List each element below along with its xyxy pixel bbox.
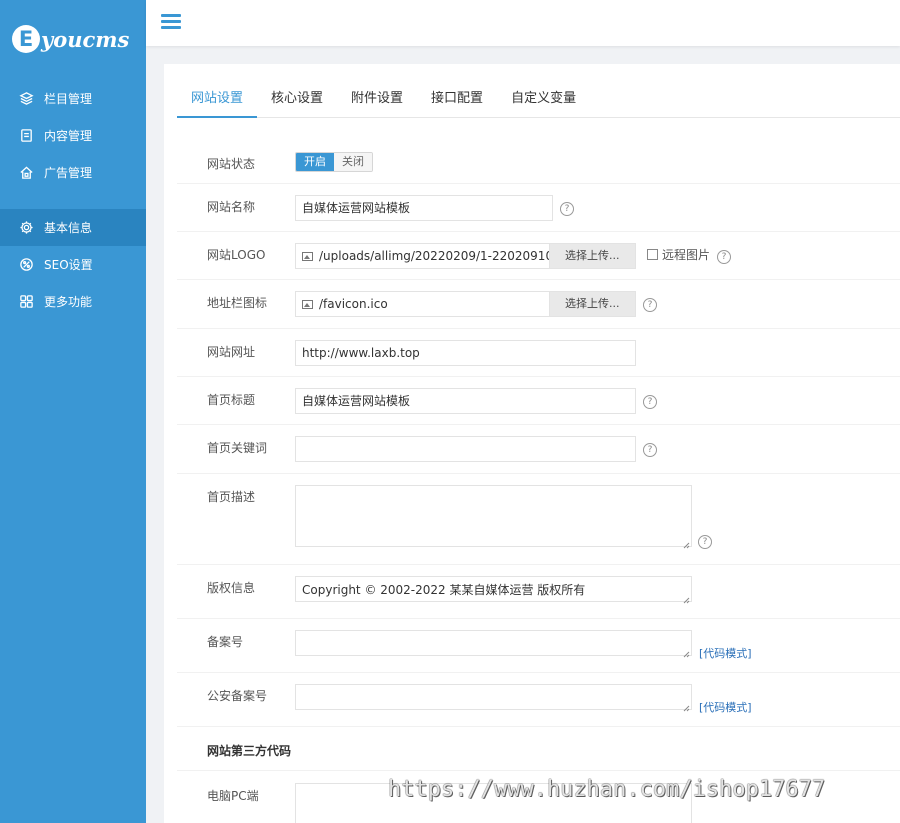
help-icon[interactable]: ? bbox=[643, 298, 657, 312]
keywords-input[interactable] bbox=[295, 436, 636, 462]
icp-label: 备案号 bbox=[207, 635, 244, 649]
copyright-textarea[interactable]: Copyright © 2002-2022 某某自媒体运营 版权所有 bbox=[295, 576, 692, 602]
form-row-status: 网站状态 开启 关闭 bbox=[177, 136, 900, 184]
help-icon[interactable]: ? bbox=[643, 443, 657, 457]
resize-handle-icon[interactable] bbox=[683, 647, 690, 658]
help-icon[interactable]: ? bbox=[717, 250, 731, 264]
settings-tabs: 网站设置 核心设置 附件设置 接口配置 自定义变量 bbox=[177, 82, 900, 118]
home-title-input[interactable]: 自媒体运营网站模板 bbox=[295, 388, 636, 414]
sidebar-item-label: 内容管理 bbox=[44, 129, 93, 143]
third-party-code-title: 网站第三方代码 bbox=[207, 744, 292, 758]
icp-textarea[interactable] bbox=[295, 630, 692, 656]
grid-icon bbox=[18, 294, 34, 310]
sidebar-item-label: SEO设置 bbox=[44, 258, 93, 272]
image-icon bbox=[302, 300, 313, 309]
main-panel: 网站设置 核心设置 附件设置 接口配置 自定义变量 网站状态 开启 关闭 网站名… bbox=[164, 64, 900, 823]
remote-image-checkbox[interactable] bbox=[647, 249, 658, 260]
form-row-description: 首页描述 ? bbox=[177, 474, 900, 565]
site-name-input[interactable]: 自媒体运营网站模板 bbox=[295, 195, 553, 221]
logo-path-input[interactable]: /uploads/allimg/20220209/1-22020910135 bbox=[295, 243, 550, 269]
form-row-home-title: 首页标题 自媒体运营网站模板 ? bbox=[177, 377, 900, 425]
sidebar-item-ads[interactable]: 广告管理 bbox=[0, 154, 146, 191]
image-icon bbox=[302, 252, 313, 261]
sidebar: E youcms 栏目管理 内容管理 广告管理 基本信息 SEO设置 更多功能 bbox=[0, 0, 146, 823]
sidebar-item-label: 栏目管理 bbox=[44, 92, 93, 106]
top-bar bbox=[146, 0, 900, 46]
sidebar-item-column[interactable]: 栏目管理 bbox=[0, 80, 146, 117]
help-icon[interactable]: ? bbox=[698, 535, 712, 549]
form-row-copyright: 版权信息 Copyright © 2002-2022 某某自媒体运营 版权所有 bbox=[177, 565, 900, 619]
pc-code-label: 电脑PC端 bbox=[207, 789, 259, 803]
document-icon bbox=[18, 128, 34, 144]
logo-upload-button[interactable]: 选择上传... bbox=[549, 243, 636, 269]
sidebar-item-more[interactable]: 更多功能 bbox=[0, 283, 146, 320]
favicon-path-input[interactable]: /favicon.ico bbox=[295, 291, 550, 317]
resize-handle-icon[interactable] bbox=[683, 593, 690, 604]
logo-mark: E bbox=[12, 25, 40, 53]
remote-image-label: 远程图片 bbox=[662, 248, 711, 262]
form-row-site-url: 网站网址 http://www.laxb.top bbox=[177, 329, 900, 377]
resize-handle-icon[interactable] bbox=[683, 701, 690, 712]
resize-handle-icon[interactable] bbox=[683, 538, 690, 549]
icp-code-mode-link[interactable]: [代码模式] bbox=[699, 645, 752, 661]
site-url-label: 网站网址 bbox=[207, 345, 256, 359]
gear-icon bbox=[18, 220, 34, 236]
layers-icon bbox=[18, 91, 34, 107]
description-label: 首页描述 bbox=[207, 490, 256, 504]
seo-icon bbox=[18, 257, 34, 273]
status-on-option[interactable]: 开启 bbox=[296, 153, 334, 171]
logo-text: youcms bbox=[41, 26, 130, 52]
form-row-keywords: 首页关键词 ? bbox=[177, 425, 900, 474]
logo[interactable]: E youcms bbox=[0, 0, 146, 78]
sidebar-item-content[interactable]: 内容管理 bbox=[0, 117, 146, 154]
home-icon bbox=[18, 165, 34, 181]
sidebar-item-basic-info[interactable]: 基本信息 bbox=[0, 209, 146, 246]
tab-core-settings[interactable]: 核心设置 bbox=[257, 82, 337, 118]
third-party-code-section: 网站第三方代码 bbox=[177, 727, 900, 771]
form-row-site-name: 网站名称 自媒体运营网站模板 ? bbox=[177, 184, 900, 232]
watermark-text: https://www.huzhan.com/ishop17677 bbox=[388, 777, 826, 802]
sidebar-item-label: 广告管理 bbox=[44, 166, 93, 180]
form-row-favicon: 地址栏图标 /favicon.ico 选择上传... ? bbox=[177, 280, 900, 329]
sidebar-item-seo[interactable]: SEO设置 bbox=[0, 246, 146, 283]
site-name-label: 网站名称 bbox=[207, 200, 256, 214]
tab-site-settings[interactable]: 网站设置 bbox=[177, 82, 258, 118]
form-row-icp: 备案号 [代码模式] bbox=[177, 619, 900, 673]
tab-attachment-settings[interactable]: 附件设置 bbox=[337, 82, 417, 118]
keywords-label: 首页关键词 bbox=[207, 441, 268, 455]
form-row-police: 公安备案号 [代码模式] bbox=[177, 673, 900, 727]
hamburger-menu-icon[interactable] bbox=[161, 14, 181, 30]
status-label: 网站状态 bbox=[207, 157, 256, 171]
form-row-logo: 网站LOGO /uploads/allimg/20220209/1-220209… bbox=[177, 232, 900, 280]
tab-custom-variables[interactable]: 自定义变量 bbox=[497, 82, 590, 118]
favicon-upload-button[interactable]: 选择上传... bbox=[549, 291, 636, 317]
police-label: 公安备案号 bbox=[207, 689, 268, 703]
site-logo-label: 网站LOGO bbox=[207, 248, 266, 262]
status-toggle[interactable]: 开启 关闭 bbox=[295, 152, 373, 172]
home-title-label: 首页标题 bbox=[207, 393, 256, 407]
site-url-input[interactable]: http://www.laxb.top bbox=[295, 340, 636, 366]
police-textarea[interactable] bbox=[295, 684, 692, 710]
help-icon[interactable]: ? bbox=[560, 202, 574, 216]
favicon-path-value: /favicon.ico bbox=[319, 297, 388, 311]
status-off-option[interactable]: 关闭 bbox=[334, 153, 372, 171]
site-settings-form: 网站状态 开启 关闭 网站名称 自媒体运营网站模板 ? 网站LOGO /uplo… bbox=[177, 136, 900, 823]
copyright-label: 版权信息 bbox=[207, 581, 256, 595]
tab-api-config[interactable]: 接口配置 bbox=[417, 82, 497, 118]
sidebar-item-label: 基本信息 bbox=[44, 221, 93, 235]
favicon-label: 地址栏图标 bbox=[207, 296, 268, 310]
logo-path-value: /uploads/allimg/20220209/1-22020910135 bbox=[319, 249, 549, 263]
sidebar-item-label: 更多功能 bbox=[44, 295, 93, 309]
police-code-mode-link[interactable]: [代码模式] bbox=[699, 699, 752, 715]
help-icon[interactable]: ? bbox=[643, 395, 657, 409]
description-textarea[interactable] bbox=[295, 485, 692, 547]
